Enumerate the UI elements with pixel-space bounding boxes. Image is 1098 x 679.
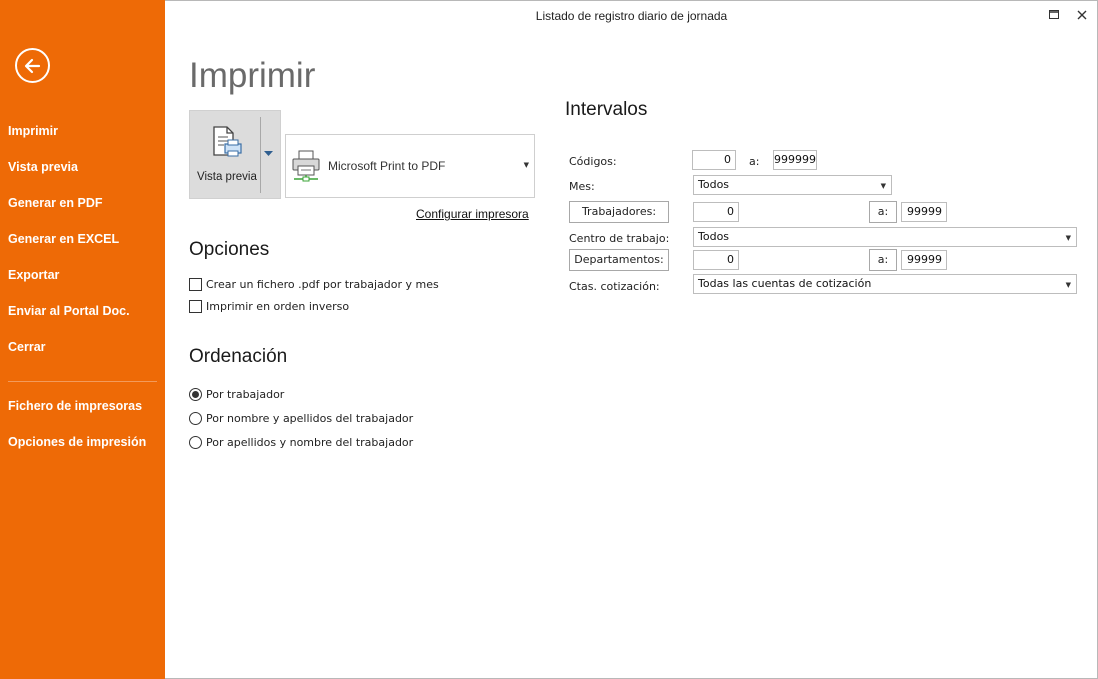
departamentos-from-input[interactable]: 0 [693,250,739,270]
order-by-name-surname-label: Por nombre y apellidos del trabajador [206,412,414,425]
departamentos-to-input[interactable]: 99999 [901,250,947,270]
order-by-name-surname[interactable]: Por nombre y apellidos del trabajador [189,412,413,425]
radio-order-by-name-surname[interactable] [189,412,202,425]
printer-select[interactable]: Microsoft Print to PDF ▼ [285,134,535,198]
trabajadores-to-input[interactable]: 99999 [901,202,947,222]
option-reverse-order[interactable]: Imprimir en orden inverso [189,300,349,313]
sidebar-item-exportar[interactable]: Exportar [0,257,165,293]
maximize-icon [1049,10,1059,19]
maximize-button[interactable] [1045,6,1063,24]
departamentos-to-button[interactable]: a: [869,249,897,271]
sidebar-item-generar-pdf[interactable]: Generar en PDF [0,185,165,221]
mes-select[interactable]: Todos ▼ [693,175,892,195]
intervals-heading: Intervalos [565,99,648,120]
checkbox-pdf-per-worker[interactable] [189,278,202,291]
sidebar-item-enviar-portal[interactable]: Enviar al Portal Doc. [0,293,165,329]
title-bar: Listado de registro diario de jornada [165,0,1098,32]
sidebar-item-vista-previa[interactable]: Vista previa [0,149,165,185]
chevron-down-icon: ▼ [1065,281,1071,289]
close-button[interactable] [1073,6,1091,24]
codigos-from-input[interactable]: 0 [692,150,736,170]
option-pdf-per-worker-label: Crear un fichero .pdf por trabajador y m… [206,278,439,291]
codigos-to-input[interactable]: 999999 [773,150,817,170]
sidebar-item-opciones-impresion[interactable]: Opciones de impresión [0,424,165,460]
preview-button-label: Vista previa [197,171,257,183]
centro-select[interactable]: Todos ▼ [693,227,1077,247]
codigos-label: Códigos: [569,155,617,168]
mes-value: Todos [698,178,730,191]
sidebar: Imprimir Vista previa Generar en PDF Gen… [0,0,165,679]
option-reverse-order-label: Imprimir en orden inverso [206,300,350,313]
ordering-heading: Ordenación [189,346,288,367]
chevron-down-icon[interactable] [264,151,273,157]
sidebar-item-imprimir[interactable]: Imprimir [0,113,165,149]
order-by-worker-label: Por trabajador [206,388,285,401]
trabajadores-from-input[interactable]: 0 [693,202,739,222]
ctas-label: Ctas. cotización: [569,280,660,293]
chevron-down-icon: ▼ [523,161,529,169]
trabajadores-to-button[interactable]: a: [869,201,897,223]
ctas-value: Todas las cuentas de cotización [698,277,872,290]
close-icon [1077,10,1087,20]
radio-order-by-worker[interactable] [189,388,202,401]
printer-name: Microsoft Print to PDF [328,159,446,173]
checkbox-reverse-order[interactable] [189,300,202,313]
window-title: Listado de registro diario de jornada [535,9,728,23]
sidebar-item-cerrar[interactable]: Cerrar [0,329,165,365]
centro-value: Todos [698,230,730,243]
configure-printer-link[interactable]: Configurar impresora [416,207,529,221]
sidebar-item-fichero-impresoras[interactable]: Fichero de impresoras [0,388,165,424]
centro-label: Centro de trabajo: [569,232,670,245]
radio-order-by-surname-name[interactable] [189,436,202,449]
chevron-down-icon: ▼ [1065,234,1071,242]
option-pdf-per-worker[interactable]: Crear un fichero .pdf por trabajador y m… [189,278,439,291]
printer-icon [292,150,320,182]
order-by-surname-name[interactable]: Por apellidos y nombre del trabajador [189,436,413,449]
codigos-to-label: a: [749,155,760,168]
sidebar-divider [8,381,157,382]
back-button[interactable] [15,48,50,83]
sidebar-nav: Imprimir Vista previa Generar en PDF Gen… [0,113,165,460]
preview-button[interactable]: Vista previa [189,110,281,199]
sidebar-item-generar-excel[interactable]: Generar en EXCEL [0,221,165,257]
departamentos-button[interactable]: Departamentos: [569,249,669,271]
options-heading: Opciones [189,239,270,260]
order-by-surname-name-label: Por apellidos y nombre del trabajador [206,436,414,449]
chevron-down-icon: ▼ [880,182,886,190]
trabajadores-button[interactable]: Trabajadores: [569,201,669,223]
ctas-select[interactable]: Todas las cuentas de cotización ▼ [693,274,1077,294]
arrow-left-icon [24,58,40,73]
mes-label: Mes: [569,180,595,193]
order-by-worker[interactable]: Por trabajador [189,388,284,401]
split-divider [260,117,261,193]
print-preview-icon [213,126,242,157]
page-title: Imprimir [189,56,316,95]
